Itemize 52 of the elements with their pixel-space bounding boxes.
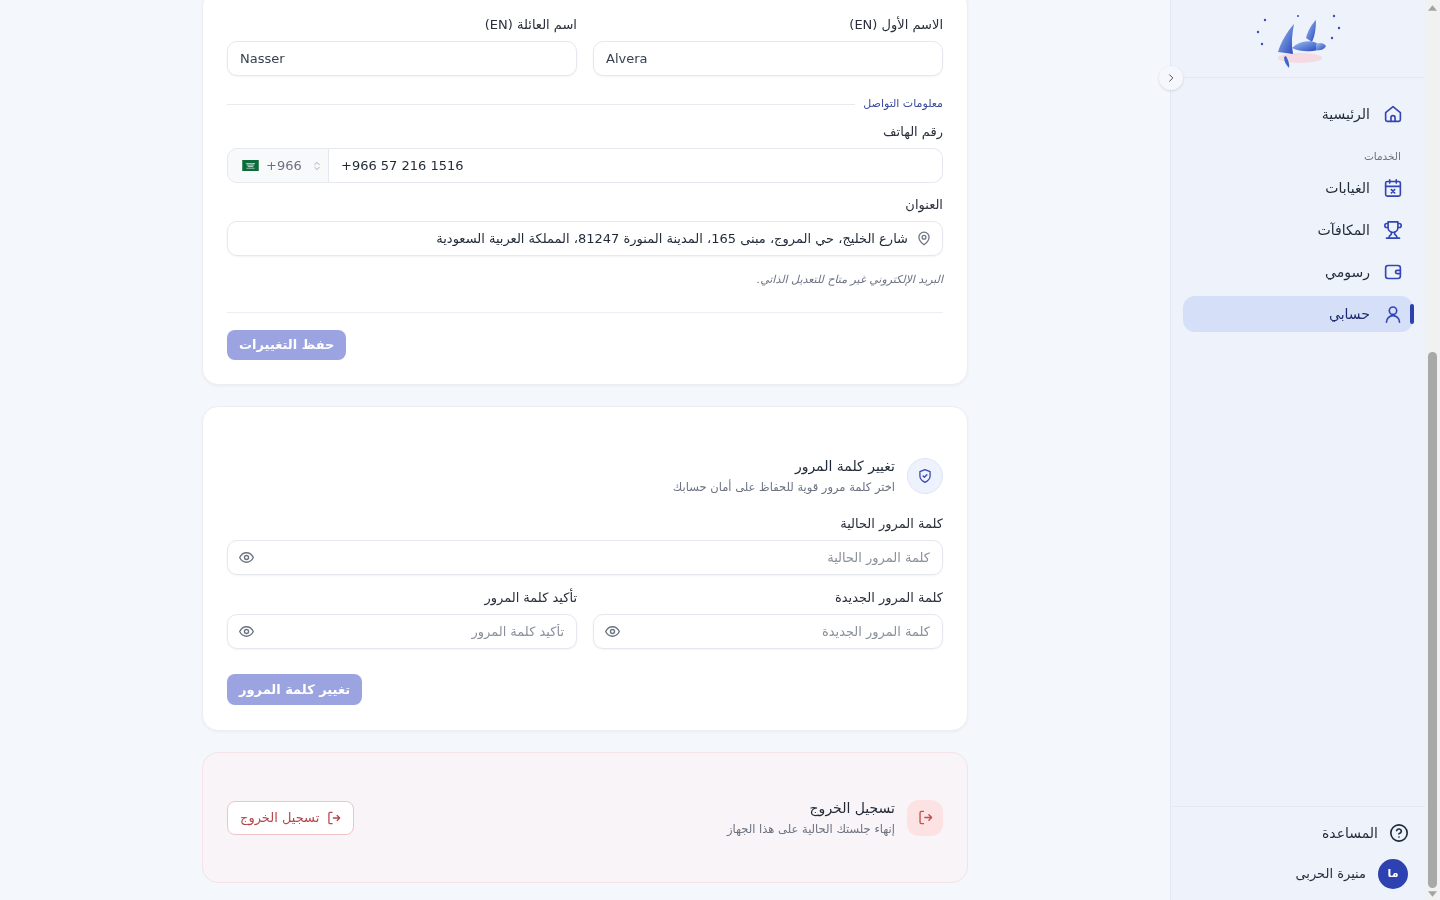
nav-item[interactable]: الغيابات [1183, 170, 1413, 206]
section-title: تغيير كلمة المرور [793, 457, 895, 476]
logout-button[interactable]: تسجيل الخروج [227, 800, 355, 835]
phone-field[interactable]: +966 57 216 1516 [329, 148, 943, 183]
section-heading: الخدمات [1362, 149, 1402, 164]
active-indicator [1410, 304, 1414, 324]
help-link[interactable]: المساعدة [1183, 815, 1413, 851]
wallet-icon [1384, 263, 1402, 281]
scrollbar-thumb[interactable] [1428, 352, 1437, 888]
scrollbar[interactable] [1425, 0, 1440, 900]
user-icon [1384, 305, 1402, 323]
nav-item[interactable]: المكافآت [1183, 212, 1413, 248]
field-label: اسم العائلة (EN) [483, 16, 577, 35]
section-title: تسجيل الخروج [808, 799, 895, 818]
field-label: تأكيد كلمة المرور [483, 588, 577, 608]
flag-icon [242, 160, 259, 171]
chevron-right-icon [1166, 73, 1176, 83]
text-field[interactable]: Alvera [593, 41, 943, 76]
nav-item[interactable]: حسابي [1183, 296, 1413, 332]
field-label: رقم الهاتف [882, 123, 943, 142]
field-label: الاسم الأول (EN) [848, 15, 943, 35]
hint-text: البريد الإلكتروني غير متاح للتعديل الذاتي. [755, 272, 943, 288]
chevrons-up-down-icon [311, 159, 322, 172]
logout-icon [327, 810, 342, 825]
text-field[interactable]: Nasser [227, 41, 577, 76]
trophy-icon [1384, 221, 1402, 239]
calendar-x-icon [1384, 179, 1402, 197]
home-icon [1384, 105, 1402, 123]
eye-icon[interactable] [239, 550, 254, 565]
field-label: العنوان [904, 196, 943, 215]
user-name: منيرة الحربى [1295, 865, 1366, 884]
up-arrow-icon[interactable] [1428, 5, 1437, 11]
down-arrow-icon[interactable] [1428, 891, 1437, 897]
collapse-button[interactable] [1159, 66, 1183, 90]
section-heading: معلومات التواصل [863, 96, 943, 112]
avatar: ما [1378, 859, 1408, 889]
section-subtitle: إنهاء جلستك الحالية على هذا الجهاز [726, 821, 895, 837]
section-subtitle: اختر كلمة مرور قوية للحفاظ على أمان حسابك [672, 479, 895, 495]
eye-icon[interactable] [605, 624, 620, 639]
address-field[interactable]: شارع الخليج، حي المروج، مبنى 165، المدينة المنورة 81247، المملكة العربية السعودية [227, 221, 943, 256]
nav-item[interactable]: رسومي [1183, 254, 1413, 290]
password-field[interactable]: كلمة المرور الحالية [227, 540, 943, 575]
field-label: كلمة المرور الحالية [839, 515, 943, 534]
eye-icon[interactable] [239, 624, 254, 639]
shield-check-icon [907, 457, 943, 494]
map-pin-icon [917, 231, 931, 246]
password-field[interactable]: كلمة المرور الجديدة [593, 614, 943, 649]
field-label: كلمة المرور الجديدة [833, 589, 943, 608]
help-icon [1390, 824, 1408, 842]
logout-icon [907, 799, 943, 836]
nav-item[interactable]: الرئيسية [1183, 96, 1413, 132]
country-code-select[interactable]: +966 [227, 148, 329, 183]
